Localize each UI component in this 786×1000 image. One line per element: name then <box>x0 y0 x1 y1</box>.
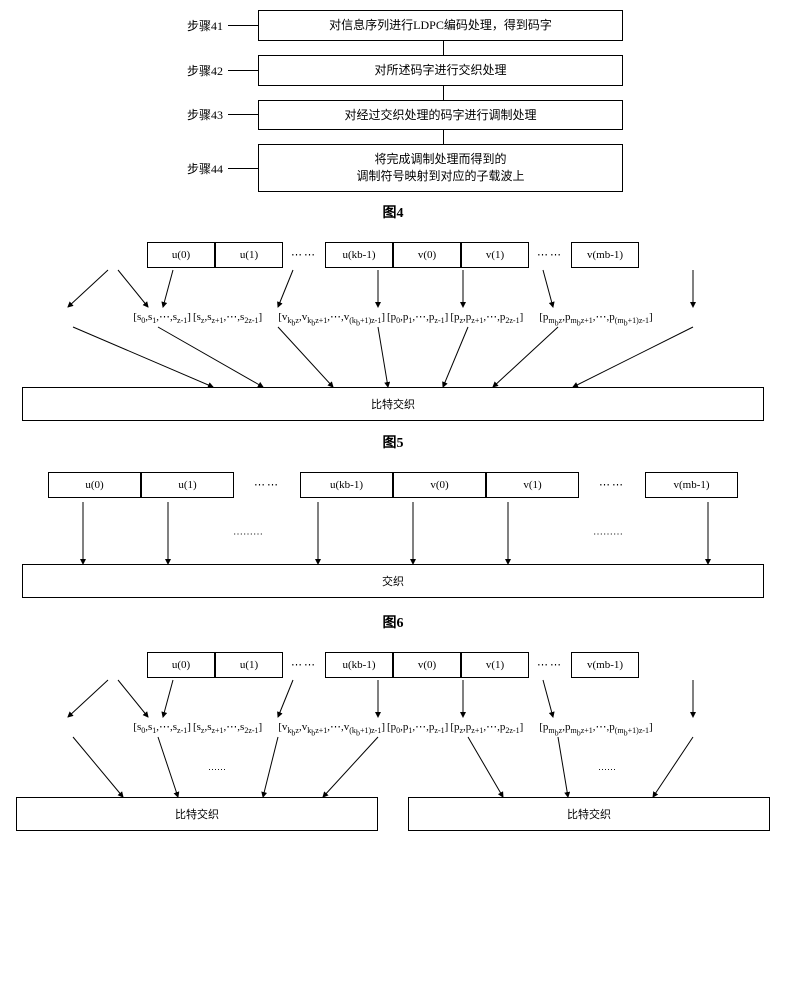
figure-7: ⋯⋯ ⋯⋯ u(0) u(1) ⋯⋯ u(kb-1) v(0) v(1) ⋯⋯ … <box>10 652 776 832</box>
bit-interleave-left: 比特交织 <box>16 797 378 831</box>
formula-pz: [pz,pz+1,⋯,p2z-1] <box>450 720 523 738</box>
block-v0: v(0) <box>393 472 486 498</box>
step-box-44: 将完成调制处理而得到的 调制符号映射到对应的子载波上 <box>258 144 623 192</box>
formula-s0: [s0,s1,⋯,sz-1] <box>133 720 191 738</box>
connector-line <box>228 168 258 169</box>
connector-line <box>228 70 258 71</box>
connector-line <box>228 25 258 26</box>
formula-vkb: [vkbz,vkbz+1,⋯,v(kb+1)z-1] <box>278 310 385 328</box>
svg-text:⋯⋯⋯: ⋯⋯⋯ <box>233 529 263 540</box>
vertical-connector <box>443 86 444 100</box>
block-v1: v(1) <box>461 652 529 678</box>
block-ukb1: u(kb-1) <box>325 652 393 678</box>
block-u1: u(1) <box>215 242 283 268</box>
block-vmb1: v(mb-1) <box>645 472 738 498</box>
block-v1: v(1) <box>486 472 579 498</box>
figure-6: ⋯⋯⋯ ⋯⋯⋯ u(0) u(1) ⋯⋯ u(kb-1) v(0) v(1) ⋯… <box>10 472 776 632</box>
formula-p0: [p0,p1,⋯,pz-1] <box>387 720 448 738</box>
ellipsis: ⋯⋯ <box>283 658 325 671</box>
formula-sz: [sz,sz+1,⋯,s2z-1] <box>193 720 262 738</box>
block-u0: u(0) <box>147 652 215 678</box>
svg-text:⋯⋯: ⋯⋯ <box>208 764 226 774</box>
bit-interleave-right: 比特交织 <box>408 797 770 831</box>
formula-sz: [sz,sz+1,⋯,s2z-1] <box>193 310 262 328</box>
block-vmb1: v(mb-1) <box>571 242 639 268</box>
vertical-connector <box>443 130 444 144</box>
formula-pmb: [pmbz,pmbz+1,⋯,p(mb+1)z-1] <box>539 310 652 328</box>
step-box-42: 对所述码字进行交织处理 <box>258 55 623 86</box>
ellipsis: ⋯⋯ <box>529 658 571 671</box>
block-ukb1: u(kb-1) <box>300 472 393 498</box>
ellipsis: ⋯⋯ <box>234 478 300 491</box>
ellipsis: ⋯⋯ <box>283 248 325 261</box>
figure-5-caption: 图5 <box>10 432 776 452</box>
flowchart: 步骤41 对信息序列进行LDPC编码处理，得到码字 步骤42 对所述码字进行交织… <box>163 10 623 192</box>
step-box-41: 对信息序列进行LDPC编码处理，得到码字 <box>258 10 623 41</box>
formula-pmb: [pmbz,pmbz+1,⋯,p(mb+1)z-1] <box>539 720 652 738</box>
figure-4: 步骤41 对信息序列进行LDPC编码处理，得到码字 步骤42 对所述码字进行交织… <box>10 10 776 222</box>
figure-5: u(0) u(1) ⋯⋯ u(kb-1) v(0) v(1) ⋯⋯ v(mb-1… <box>10 242 776 452</box>
formula-s0: [s0,s1,⋯,sz-1] <box>133 310 191 328</box>
formula-pz: [pz,pz+1,⋯,p2z-1] <box>450 310 523 328</box>
figure-4-caption: 图4 <box>10 202 776 222</box>
block-v0: v(0) <box>393 242 461 268</box>
ellipsis: ⋯⋯ <box>579 478 645 491</box>
bit-interleave-box: 比特交织 <box>22 387 764 421</box>
block-u1: u(1) <box>215 652 283 678</box>
step-label-41: 步骤41 <box>163 17 228 34</box>
figure-6-caption: 图6 <box>10 612 776 632</box>
step-label-42: 步骤42 <box>163 62 228 79</box>
block-v1: v(1) <box>461 242 529 268</box>
block-u0: u(0) <box>147 242 215 268</box>
block-u1: u(1) <box>141 472 234 498</box>
vertical-connector <box>443 41 444 55</box>
step-label-43: 步骤43 <box>163 106 228 123</box>
svg-text:⋯⋯: ⋯⋯ <box>598 764 616 774</box>
svg-text:⋯⋯⋯: ⋯⋯⋯ <box>593 529 623 540</box>
ellipsis: ⋯⋯ <box>529 248 571 261</box>
step-label-44: 步骤44 <box>163 160 228 177</box>
formula-vkb: [vkbz,vkbz+1,⋯,v(kb+1)z-1] <box>278 720 385 738</box>
formula-p0: [p0,p1,⋯,pz-1] <box>387 310 448 328</box>
step-box-43: 对经过交织处理的码字进行调制处理 <box>258 100 623 131</box>
connector-line <box>228 114 258 115</box>
block-u0: u(0) <box>48 472 141 498</box>
block-ukb1: u(kb-1) <box>325 242 393 268</box>
block-v0: v(0) <box>393 652 461 678</box>
interleave-box: 交织 <box>22 564 764 598</box>
block-vmb1: v(mb-1) <box>571 652 639 678</box>
